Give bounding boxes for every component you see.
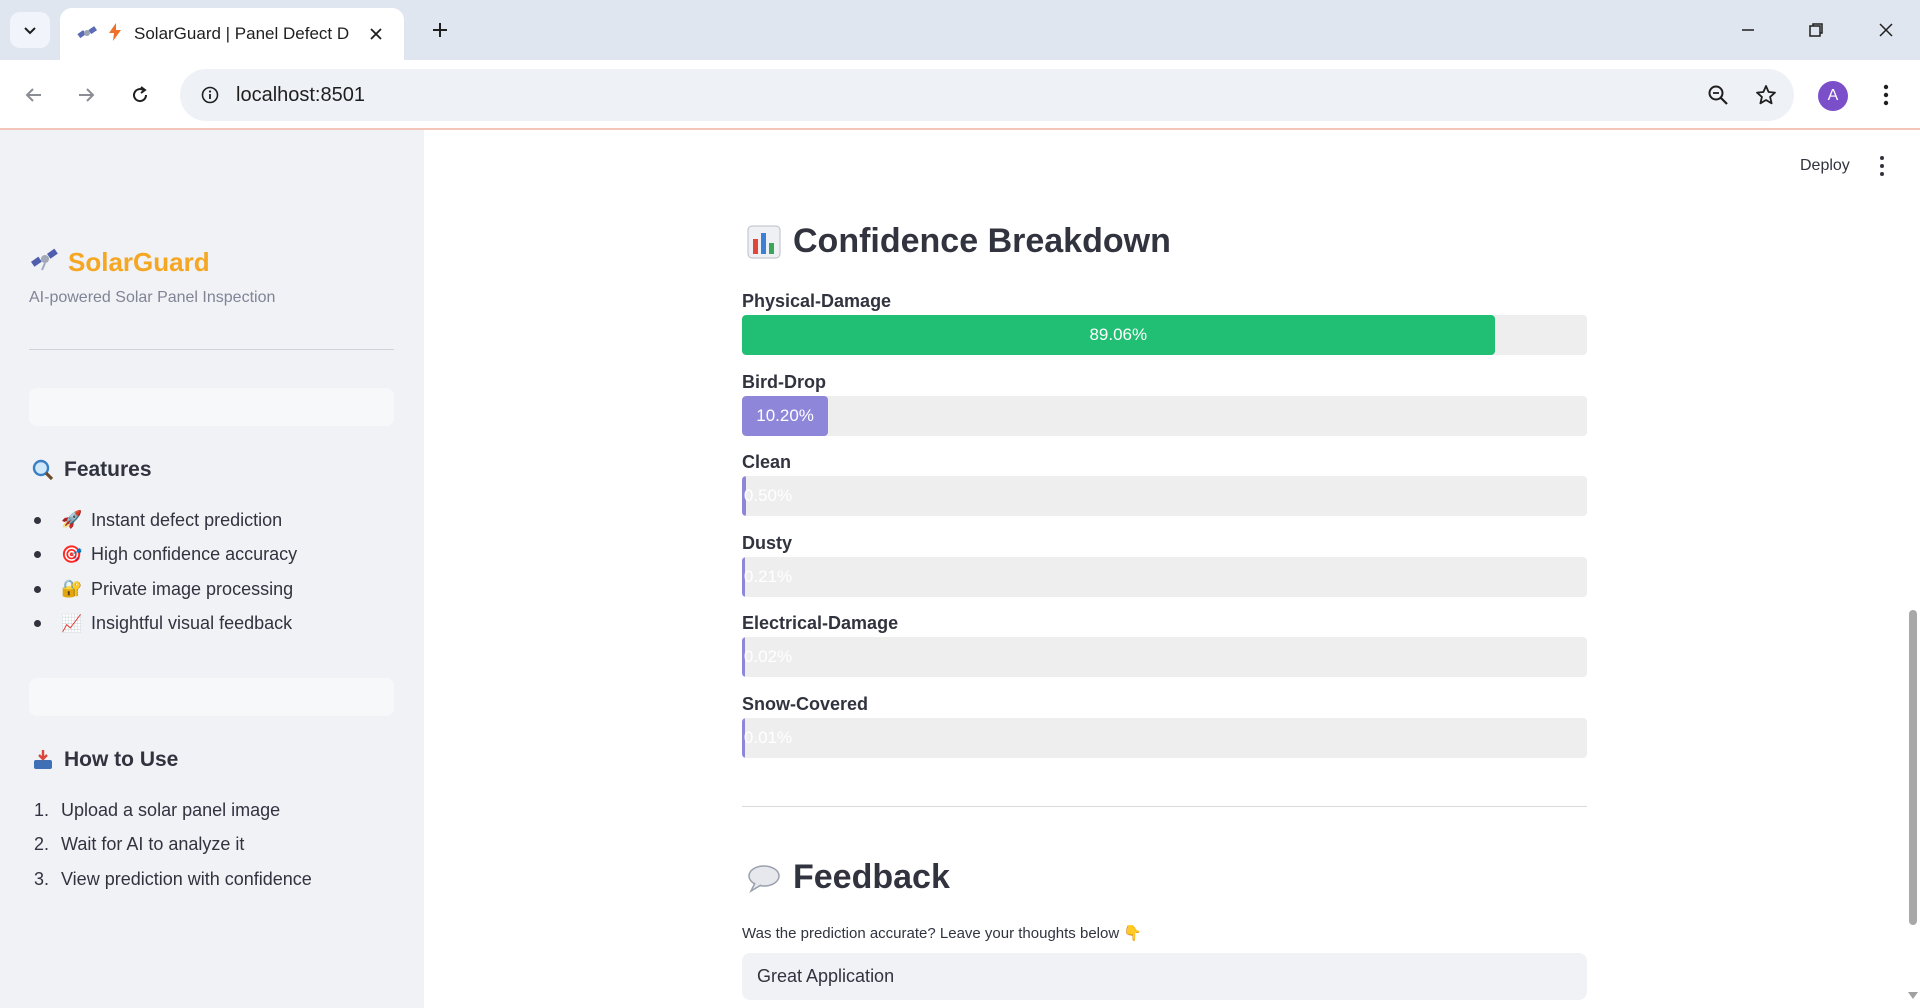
feature-label: Private image processing: [91, 578, 294, 599]
tab-search-button[interactable]: [10, 12, 50, 48]
scroll-down-arrow[interactable]: [1908, 992, 1918, 999]
progress-track: 89.06%: [742, 315, 1587, 355]
feedback-title: Feedback: [793, 858, 950, 896]
progress-track: 0.02%: [742, 637, 1587, 678]
bar-label: Physical-Damage: [742, 291, 892, 311]
sidebar-empty-box: [29, 388, 394, 426]
progress-track: 0.21%: [742, 556, 1587, 597]
satellite-icon: [76, 23, 98, 45]
rocket-icon: 🚀: [61, 510, 83, 530]
reload-icon: [133, 86, 148, 103]
lock-icon: 🔐: [61, 579, 83, 599]
speech-bubble-icon: [747, 861, 781, 895]
step-label: View prediction with confidence: [61, 868, 312, 889]
feature-label: High confidence accuracy: [91, 544, 298, 565]
progress-value: 0.02%: [743, 647, 793, 667]
howto-list: 1. Upload a solar panel image 2. Wait for …: [30, 793, 312, 897]
sidebar-divider: [29, 349, 394, 350]
close-tab-icon[interactable]: [364, 22, 388, 46]
scrollbar-thumb[interactable]: [1909, 610, 1917, 925]
howto-heading: How to Use: [30, 748, 178, 772]
confidence-heading: Confidence Breakdown: [747, 222, 1171, 261]
feedback-input[interactable]: [742, 953, 1587, 1000]
url-text[interactable]: localhost:8501: [236, 84, 1698, 107]
minimize-icon: [1742, 29, 1754, 31]
satellite-icon: [30, 246, 60, 279]
browser-menu-icon[interactable]: [1870, 75, 1902, 115]
progress-value: 0.50%: [743, 486, 793, 506]
restore-icon: [1809, 23, 1823, 37]
step-number: 2.: [34, 834, 50, 855]
brand-subtitle: AI-powered Solar Panel Inspection: [29, 289, 276, 306]
bookmark-star-icon[interactable]: [1746, 75, 1786, 115]
close-icon: [1879, 23, 1893, 37]
progress-value: 10.20%: [756, 405, 814, 425]
bar-label: Clean: [742, 452, 792, 473]
bar-label: Bird-Drop: [742, 371, 826, 392]
progress-value: 89.06%: [1089, 325, 1148, 344]
features-list: 🚀 Instant defect prediction 🎯 High confide…: [30, 503, 297, 641]
plus-icon: [433, 23, 447, 37]
feature-label: Insightful visual feedback: [91, 613, 293, 634]
step-label: Wait for AI to analyze it: [61, 834, 245, 855]
inbox-tray-icon: [30, 748, 56, 772]
step-label: Upload a solar panel image: [61, 799, 281, 820]
target-icon: 🎯: [61, 544, 83, 564]
page-scrollbar[interactable]: [1906, 130, 1920, 1008]
feature-item: 🎯 High confidence accuracy: [30, 538, 297, 573]
step-item: 2. Wait for AI to analyze it: [30, 828, 312, 863]
sidebar-empty-box: [29, 678, 394, 716]
step-number: 3.: [34, 868, 50, 889]
features-title: Features: [64, 458, 152, 481]
feature-item: 🔐 Private image processing: [30, 572, 297, 607]
feedback-prompt: Was the prediction accurate? Leave your …: [742, 925, 1143, 942]
browser-toolbar: localhost:8501 A: [0, 60, 1920, 130]
features-heading: Features: [30, 458, 152, 482]
step-item: 1. Upload a solar panel image: [30, 793, 312, 828]
deploy-button[interactable]: Deploy: [1800, 157, 1850, 175]
step-item: 3. View prediction with confidence: [30, 862, 312, 897]
app-menu-icon[interactable]: [1876, 154, 1888, 178]
info-icon[interactable]: [194, 79, 226, 111]
arrow-left-icon: [25, 88, 41, 102]
address-bar[interactable]: localhost:8501: [180, 69, 1794, 121]
feature-item: 📈 Insightful visual feedback: [30, 607, 297, 642]
howto-title: How to Use: [64, 748, 179, 771]
back-button[interactable]: [14, 75, 54, 115]
feature-label: Instant defect prediction: [91, 509, 283, 530]
progress-value: 0.01%: [743, 728, 793, 747]
browser-tab-bar: SolarGuard | Panel Defect D: [0, 0, 1920, 60]
magnifier-icon: [30, 458, 56, 482]
active-tab[interactable]: SolarGuard | Panel Defect D: [60, 8, 404, 60]
feedback-heading: Feedback: [747, 858, 950, 897]
bar-chart-icon: [747, 225, 781, 259]
sidebar: SolarGuard AI-powered Solar Panel Inspec…: [0, 130, 424, 1008]
brand-name: SolarGuard: [68, 247, 210, 277]
close-window-button[interactable]: [1862, 10, 1910, 50]
progress-track: 10.20%: [742, 395, 1587, 436]
chevron-down-icon: [24, 27, 36, 35]
feature-item: 🚀 Instant defect prediction: [30, 503, 297, 538]
progress-track: 0.50%: [742, 476, 1587, 517]
tab-title: SolarGuard | Panel Defect D: [134, 24, 350, 43]
profile-avatar[interactable]: A: [1818, 81, 1848, 111]
chart-increasing-icon: 📈: [61, 613, 83, 633]
section-divider: [742, 806, 1587, 807]
bar-label: Dusty: [742, 532, 793, 553]
confidence-title: Confidence Breakdown: [793, 222, 1171, 260]
reload-button[interactable]: [120, 75, 160, 115]
brand: SolarGuard: [30, 246, 210, 279]
minimize-button[interactable]: [1724, 10, 1772, 50]
zoom-icon[interactable]: [1698, 75, 1738, 115]
new-tab-button[interactable]: [424, 14, 456, 46]
bar-label: Snow-Covered: [742, 694, 869, 714]
forward-button[interactable]: [66, 75, 106, 115]
progress-value: 0.21%: [743, 566, 793, 586]
arrow-right-icon: [79, 88, 95, 102]
restore-button[interactable]: [1792, 10, 1840, 50]
lightning-icon: [108, 22, 124, 46]
step-number: 1.: [34, 799, 50, 820]
bar-label: Electrical-Damage: [742, 613, 899, 634]
progress-track: 0.01%: [742, 718, 1587, 758]
